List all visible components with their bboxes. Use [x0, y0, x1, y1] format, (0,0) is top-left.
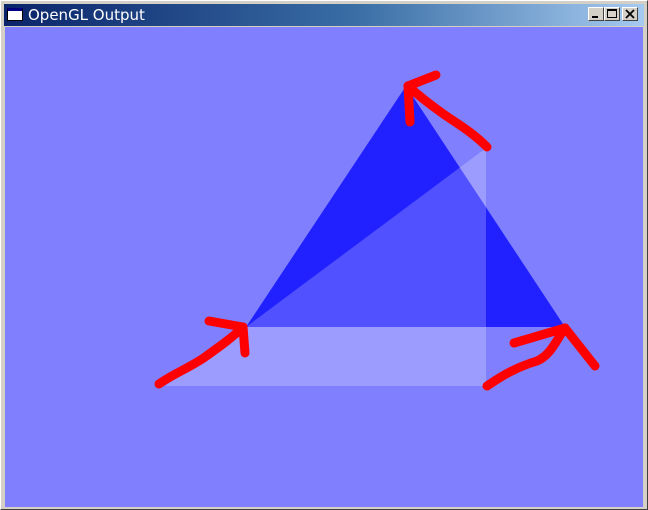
- minimize-icon: [592, 16, 598, 18]
- minimize-button[interactable]: [588, 7, 604, 21]
- close-icon: [625, 9, 635, 19]
- title-bar[interactable]: OpenGL Output: [4, 4, 644, 26]
- maximize-button[interactable]: [604, 7, 620, 21]
- window-app-icon[interactable]: [7, 8, 23, 21]
- arrow-annotation-right: [482, 323, 600, 391]
- app-window: OpenGL Output: [0, 0, 648, 510]
- window-title: OpenGL Output: [28, 6, 145, 24]
- close-button[interactable]: [622, 7, 638, 21]
- maximize-icon: [607, 9, 617, 18]
- opengl-canvas: [5, 27, 643, 507]
